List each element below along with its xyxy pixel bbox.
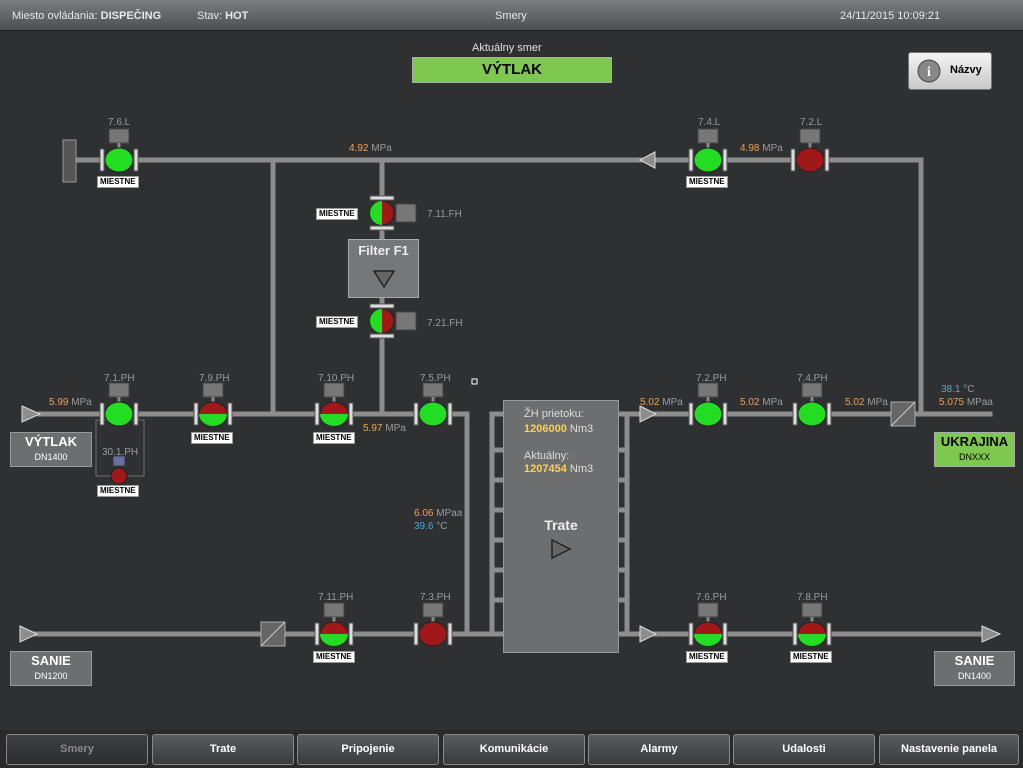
triangle-right-icon	[551, 538, 572, 560]
local-mode-tag: MIESTNE	[316, 316, 358, 328]
local-mode-tag: MIESTNE	[97, 485, 139, 497]
local-mode-tag: MIESTNE	[316, 208, 358, 220]
current-value: 1207454 Nm3	[524, 463, 594, 475]
temperature-reading: 39.6 °C	[414, 521, 448, 532]
valve-7-1-ph-icon[interactable]	[99, 382, 139, 427]
valve-label-7-6-l: 7.6.L	[108, 117, 131, 128]
valve-label-30-1-ph: 30.1.PH	[102, 447, 139, 458]
pressure-reading: 5.02 MPa	[740, 397, 783, 408]
valve-label-7-6-ph: 7.6.PH	[696, 592, 727, 603]
valve-label-7-5-ph: 7.5.PH	[420, 373, 451, 384]
endpoint-sanie-right[interactable]: SANIE DN1400	[934, 651, 1015, 686]
valve-7-6-ph-icon[interactable]	[688, 602, 728, 647]
nav-udalosti[interactable]: Udalosti	[733, 734, 875, 765]
valve-7-8-ph-icon[interactable]	[792, 602, 832, 647]
valve-7-11-fh-icon[interactable]	[369, 195, 417, 231]
triangle-down-icon	[372, 270, 396, 289]
valve-7-2-l-icon[interactable]	[790, 128, 830, 173]
pressure-reading: 4.92 MPa	[349, 143, 392, 154]
nav-pripojenie[interactable]: Pripojenie	[297, 734, 439, 765]
valve-label-7-11-ph: 7.11.PH	[318, 592, 354, 603]
local-mode-tag: MIESTNE	[686, 651, 728, 663]
pressure-reading: 5.02 MPa	[640, 397, 683, 408]
valve-label-7-1-ph: 7.1.PH	[104, 373, 135, 384]
pressure-reading: 6.06 MPaa	[414, 508, 463, 519]
flow-value: 1206000 Nm3	[524, 423, 594, 435]
valve-7-4-ph-icon[interactable]	[792, 382, 832, 427]
local-mode-tag: MIESTNE	[313, 432, 355, 444]
trate-panel[interactable]: ŽH prietoku: 1206000 Nm3 Aktuálny: 12074…	[503, 400, 619, 653]
nav-komunikacie[interactable]: Komunikácie	[443, 734, 585, 765]
valve-30-1-ph-icon[interactable]	[110, 455, 128, 485]
pressure-reading: 5.97 MPa	[363, 423, 406, 434]
valve-label-7-11-fh: 7.11.FH	[427, 209, 462, 220]
pressure-reading: 5.99 MPa	[49, 397, 92, 408]
nav-alarmy[interactable]: Alarmy	[588, 734, 730, 765]
valve-7-4-l-icon[interactable]	[688, 128, 728, 173]
valve-7-3-ph-icon[interactable]	[413, 602, 453, 647]
valve-label-7-2-ph: 7.2.PH	[696, 373, 727, 384]
bottom-navigation: Smery Trate Pripojenie Komunikácie Alarm…	[0, 730, 1023, 768]
local-mode-tag: MIESTNE	[191, 432, 233, 444]
filter-title: Filter F1	[358, 243, 409, 258]
local-mode-tag: MIESTNE	[97, 176, 139, 188]
valve-7-5-ph-icon[interactable]	[413, 382, 453, 427]
temperature-reading: 38.1 °C	[941, 384, 975, 395]
valve-label-7-9-ph: 7.9.PH	[199, 373, 230, 384]
current-label: Aktuálny:	[524, 450, 570, 462]
endpoint-sanie-left[interactable]: SANIE DN1200	[10, 651, 92, 686]
valve-label-7-2-l: 7.2.L	[800, 117, 823, 128]
valve-7-10-ph-icon[interactable]	[314, 382, 354, 427]
endpoint-ukrajina[interactable]: UKRAJINA DNXXX	[934, 432, 1015, 467]
endpoint-vytlak[interactable]: VÝTLAK DN1400	[10, 432, 92, 467]
pressure-reading: 4.98 MPa	[740, 143, 783, 154]
trate-title: Trate	[544, 517, 578, 533]
valve-7-11-ph-icon[interactable]	[314, 602, 354, 647]
nav-nastavenie-panela[interactable]: Nastavenie panela	[879, 734, 1019, 765]
valve-7-9-ph-icon[interactable]	[193, 382, 233, 427]
valve-7-2-ph-icon[interactable]	[688, 382, 728, 427]
pressure-reading: 5.075 MPaa	[939, 397, 993, 408]
local-mode-tag: MIESTNE	[686, 176, 728, 188]
nav-trate[interactable]: Trate	[152, 734, 294, 765]
filter-f1[interactable]: Filter F1	[348, 239, 419, 298]
pressure-reading: 5.02 MPa	[845, 397, 888, 408]
valve-label-7-10-ph: 7.10.PH	[318, 373, 355, 384]
valve-label-7-4-l: 7.4.L	[698, 117, 721, 128]
flow-label: ŽH prietoku:	[524, 408, 584, 420]
valve-label-7-3-ph: 7.3.PH	[420, 592, 451, 603]
valve-label-7-4-ph: 7.4.PH	[797, 373, 828, 384]
valve-label-7-8-ph: 7.8.PH	[797, 592, 828, 603]
local-mode-tag: MIESTNE	[313, 651, 355, 663]
valve-label-7-21-fh: 7.21.FH	[427, 318, 463, 329]
valve-7-6-l-icon[interactable]	[99, 128, 139, 173]
nav-smery[interactable]: Smery	[6, 734, 148, 765]
valve-7-21-fh-icon[interactable]	[369, 303, 417, 339]
local-mode-tag: MIESTNE	[790, 651, 832, 663]
